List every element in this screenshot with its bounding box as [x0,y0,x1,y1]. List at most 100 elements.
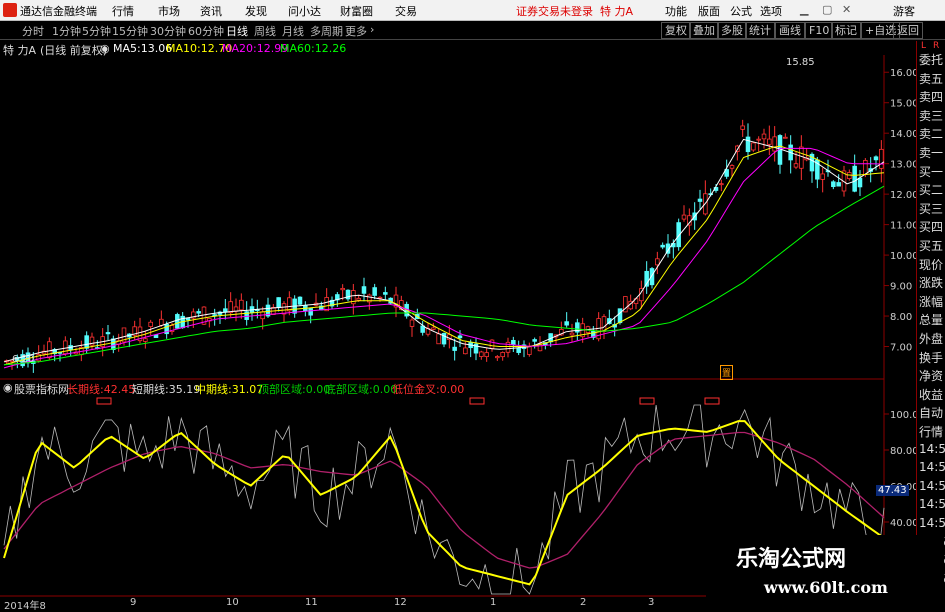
panel-item[interactable]: 14:5 [919,479,945,493]
back-button[interactable]: 返回 [893,22,923,39]
y-tick-label: 16.00 [890,68,916,79]
candle-body [281,303,287,315]
panel-item[interactable]: 买五 [919,237,943,254]
tab-weekly[interactable]: 周线 [254,23,276,39]
panel-item[interactable]: 卖二 [919,125,943,142]
panel-item[interactable]: 卖五 [919,70,943,87]
panel-item[interactable]: 卖一 [919,144,943,161]
kline-chart[interactable]: 16.00 15.00 14.00 13.00 12.00 11.00 10.00 9.00 8… [0,41,916,609]
candle-body [361,286,367,294]
candle-body [601,316,607,332]
panel-item[interactable]: 买四 [919,218,943,235]
candle-body [143,338,148,342]
candle-body [239,299,244,311]
tab-5min[interactable]: 5分钟 [82,23,111,39]
mark-button[interactable]: 标记 [831,22,861,39]
chevron-down-icon[interactable]: › [370,23,374,36]
maximize-icon[interactable]: ▢ [822,3,832,16]
top-zone-label: 顶部区域:0.00 [258,383,331,396]
golden-cross-label: 低位金叉:0.00 [392,383,465,396]
panel-item[interactable]: 14:5 [919,442,945,456]
panel-item[interactable]: 涨幅 [919,293,943,310]
minimize-icon[interactable]: ▁ [800,3,808,16]
guest-button[interactable]: 游客 [893,3,915,19]
y-tick-label: 14.00 [890,129,916,140]
menu-wealth-circle[interactable]: 财富圈 [340,3,373,19]
tab-daily[interactable]: 日线 [226,23,248,39]
panel-item[interactable]: 现价 [919,256,943,273]
candle-body [185,318,191,321]
candle-body [409,319,415,327]
panel-item[interactable]: 卖四 [919,88,943,105]
top-zone-marker [96,397,112,405]
candle-body [463,347,468,355]
panel-item[interactable]: 卖三 [919,107,943,124]
candle-body [511,339,516,346]
overlay-button[interactable]: 叠加 [689,22,719,39]
panel-item[interactable]: 外盘 [919,330,943,347]
close-icon[interactable]: ✕ [842,3,851,16]
settings-icon[interactable]: ◉ [3,381,13,394]
date-tick: 3 [648,597,655,608]
mid-line-label: 中期线:31.07 [195,383,264,396]
multi-stock-button[interactable]: 多股 [717,22,747,39]
candle-body [105,332,111,335]
tab-30min[interactable]: 30分钟 [150,23,186,39]
panel-item[interactable]: 换手 [919,349,943,366]
menu-market[interactable]: 市场 [158,3,180,19]
menu-quotes[interactable]: 行情 [112,3,134,19]
panel-item[interactable]: 总量 [919,311,943,328]
panel-item[interactable]: 收益 [919,386,943,403]
menu-trade[interactable]: 交易 [395,3,417,19]
date-tick: 2014年8 [4,601,46,612]
tab-1min[interactable]: 1分钟 [52,23,81,39]
candle-body [761,133,767,140]
candle-body [617,308,623,324]
stats-button[interactable]: 统计 [745,22,775,39]
f10-button[interactable]: F10 [805,22,834,39]
tab-more[interactable]: 更多 [345,23,367,39]
menu-function[interactable]: 功能 [665,3,687,19]
panel-item[interactable]: 买一 [919,163,943,180]
panel-item[interactable]: 14:5 [919,516,945,530]
panel-item[interactable]: 14:5 [919,497,945,511]
panel-item[interactable]: 买三 [919,200,943,217]
menu-options[interactable]: 选项 [760,3,782,19]
tab-monthly[interactable]: 月线 [282,23,304,39]
candle-body [297,296,303,305]
tab-multi-period[interactable]: 多周期 [310,23,343,39]
date-tick: 1 [490,597,497,608]
y-tick-label: 10.00 [890,251,916,262]
menu-formula[interactable]: 公式 [730,3,752,19]
candle-body [756,138,761,141]
candle-body [47,341,52,359]
panel-item[interactable]: 净资 [919,367,943,384]
menu-xiaoda[interactable]: 问小达 [288,3,321,19]
candle-body [489,339,495,349]
low-price-marker: 6.20 [12,354,35,365]
candle-body [799,146,804,169]
menu-news[interactable]: 资讯 [200,3,222,19]
app-name: 通达信金融终端 [20,5,97,18]
long-line-label: 长期线:42.45 [67,383,136,396]
menu-discover[interactable]: 发现 [245,3,267,19]
adjust-button[interactable]: 复权 [661,22,691,39]
panel-item[interactable]: 委托 [919,51,943,68]
menu-layout[interactable]: 版面 [698,3,720,19]
panel-item[interactable]: 自动 [919,404,943,421]
top-zone-marker [469,397,485,405]
watermark: 乐淘公式网 www.60lt.com [706,535,944,609]
panel-item[interactable]: 买二 [919,181,943,198]
tab-60min[interactable]: 60分钟 [188,23,224,39]
candle-body [873,156,879,161]
panel-item[interactable]: 行情 [919,423,943,440]
panel-item[interactable]: 涨跌 [919,274,943,291]
draw-button[interactable]: 画线 [775,22,805,39]
event-marker-icon[interactable]: 置 [720,365,734,380]
panel-item[interactable]: 14:5 [919,460,945,474]
tab-15min[interactable]: 15分钟 [112,23,148,39]
candle-body [783,136,788,139]
tab-intraday[interactable]: 分时 [22,23,44,39]
current-value-badge: 47.43 [876,485,909,496]
candle-body [697,198,703,202]
